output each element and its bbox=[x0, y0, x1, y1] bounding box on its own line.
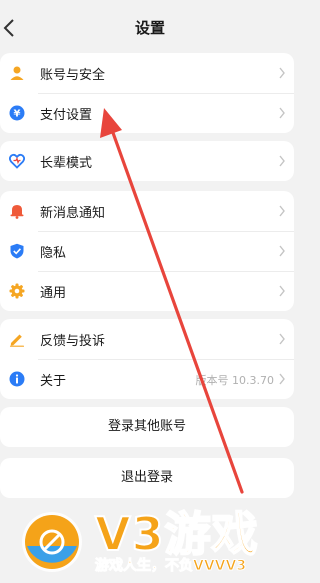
chevron-right-icon bbox=[279, 107, 285, 119]
svg-text:¥: ¥ bbox=[14, 109, 21, 120]
bell-icon bbox=[10, 205, 24, 219]
shield-icon bbox=[10, 243, 24, 259]
menu-item-feedback[interactable]: 反馈与投诉 bbox=[0, 319, 294, 359]
chevron-right-icon bbox=[279, 205, 285, 217]
gear-icon bbox=[9, 283, 25, 299]
menu-item-label: 通用 bbox=[40, 286, 67, 301]
chevron-right-icon bbox=[279, 333, 285, 345]
elder-group: 长辈模式 bbox=[0, 141, 294, 181]
user-icon bbox=[10, 66, 24, 80]
menu-item-account-security[interactable]: 账号与安全 bbox=[0, 53, 294, 93]
chevron-right-icon bbox=[279, 373, 285, 385]
menu-item-general[interactable]: 通用 bbox=[0, 271, 294, 311]
menu-item-payment-settings[interactable]: ¥ 支付设置 bbox=[0, 93, 294, 133]
menu-item-label: 隐私 bbox=[40, 246, 67, 261]
logout-button[interactable]: 退出登录 bbox=[0, 458, 294, 498]
menu-item-label: 账号与安全 bbox=[40, 68, 106, 83]
chevron-right-icon bbox=[279, 285, 285, 297]
yen-icon: ¥ bbox=[9, 105, 25, 121]
menu-item-label: 新消息通知 bbox=[40, 206, 106, 221]
info-icon bbox=[9, 371, 25, 387]
header-bar: 设置 bbox=[0, 0, 300, 55]
chevron-right-icon bbox=[279, 155, 285, 167]
pen-icon bbox=[10, 334, 24, 347]
about-group: 反馈与投诉 关于 版本号 10.3.70 bbox=[0, 319, 294, 399]
chevron-right-icon bbox=[279, 245, 285, 257]
general-group: 新消息通知 隐私 通用 bbox=[0, 191, 294, 311]
menu-item-label: 反馈与投诉 bbox=[40, 334, 106, 349]
menu-item-privacy[interactable]: 隐私 bbox=[0, 231, 294, 271]
menu-item-label: 支付设置 bbox=[40, 108, 93, 123]
switch-account-button[interactable]: 登录其他账号 bbox=[0, 407, 294, 447]
version-value: 版本号 10.3.70 bbox=[195, 374, 274, 387]
account-group: 账号与安全 ¥ 支付设置 bbox=[0, 53, 294, 133]
menu-item-about[interactable]: 关于 版本号 10.3.70 bbox=[0, 359, 294, 399]
menu-item-notifications[interactable]: 新消息通知 bbox=[0, 191, 294, 231]
menu-item-label: 关于 bbox=[40, 374, 67, 389]
chevron-right-icon bbox=[279, 67, 285, 79]
watermark-slogan: 游戏人生，不负VVVV3 bbox=[94, 558, 247, 575]
menu-item-label: 长辈模式 bbox=[40, 156, 93, 171]
heart-icon bbox=[9, 153, 25, 169]
menu-item-elder-mode[interactable]: 长辈模式 bbox=[0, 141, 294, 181]
page-title: 设置 bbox=[134, 19, 165, 37]
